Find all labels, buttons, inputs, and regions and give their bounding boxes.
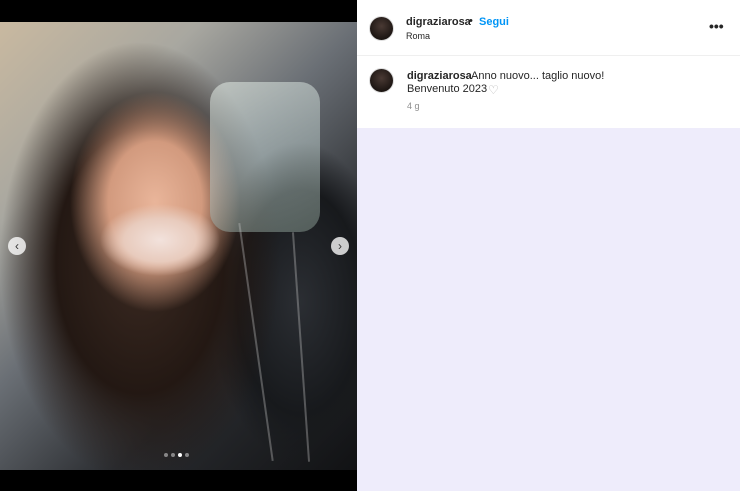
carousel-dot	[164, 453, 168, 457]
carousel-next-button[interactable]: ›	[331, 237, 349, 255]
chevron-right-icon: ›	[338, 239, 342, 253]
more-options-icon[interactable]: •••	[709, 18, 724, 34]
carousel-dot-active	[178, 453, 182, 457]
caption-username[interactable]: digraziarosa	[407, 70, 472, 82]
seat-stitch	[291, 232, 311, 462]
follow-button[interactable]: Segui	[479, 16, 509, 28]
carousel-dot	[185, 453, 189, 457]
post-header: digraziarosa • Segui Roma •••	[357, 0, 740, 56]
caption-text-line2: Benvenuto 2023	[407, 83, 488, 95]
header-separator: •	[469, 15, 473, 27]
carousel-dot	[171, 453, 175, 457]
chevron-left-icon: ‹	[15, 239, 19, 253]
post-media: ‹ ›	[0, 0, 357, 491]
post-photo	[0, 22, 357, 470]
avatar[interactable]	[369, 16, 394, 41]
location-link[interactable]: Roma	[406, 31, 430, 41]
carousel-prev-button[interactable]: ‹	[8, 237, 26, 255]
car-window	[210, 82, 320, 232]
heart-icon: ♡	[488, 83, 499, 97]
post-timestamp[interactable]: 4 g	[407, 101, 420, 111]
media-bottom-bar	[0, 470, 357, 491]
header-username[interactable]: digraziarosa	[406, 16, 471, 28]
seat-stitch	[238, 223, 274, 461]
avatar[interactable]	[369, 68, 394, 93]
caption-text-line1: Anno nuovo... taglio nuovo!	[471, 70, 605, 82]
carousel-indicator	[164, 453, 189, 457]
post-side-panel: digraziarosa • Segui Roma ••• digraziaro…	[357, 0, 740, 128]
